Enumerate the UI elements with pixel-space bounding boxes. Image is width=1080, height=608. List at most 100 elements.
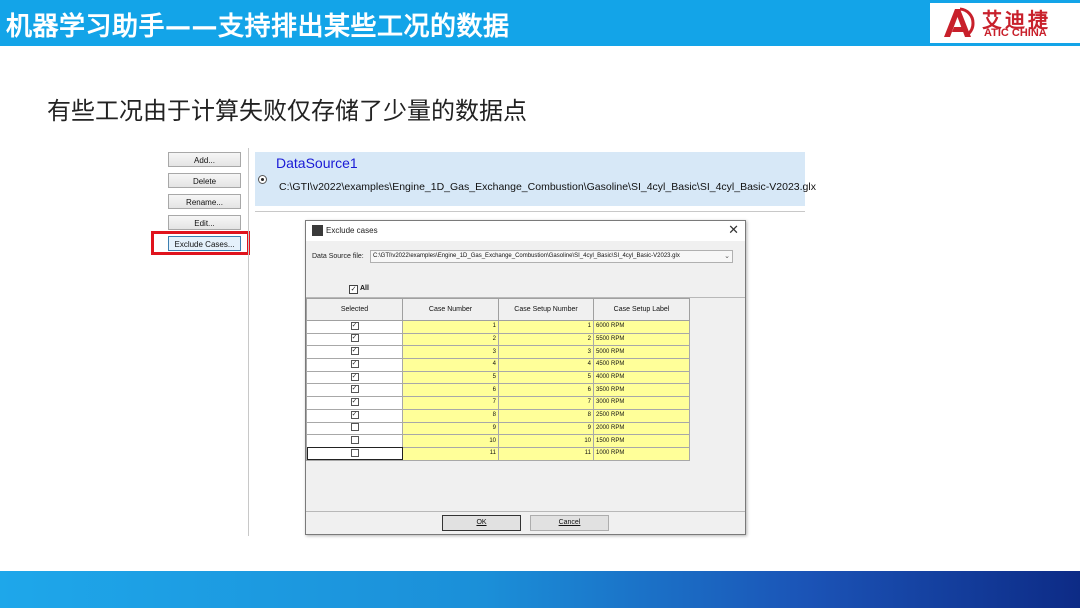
case-setup-number-cell[interactable]: 8	[498, 408, 594, 423]
case-setup-number-cell[interactable]: 6	[498, 383, 594, 398]
datasource-file-value: C:\GTI\v2022\examples\Engine_1D_Gas_Exch…	[373, 253, 680, 259]
case-number-cell[interactable]: 2	[402, 332, 499, 347]
column-header-selected[interactable]: Selected	[306, 298, 403, 321]
logo-english-text: ATIC CHINA	[984, 27, 1047, 39]
table-row[interactable]: ✓ 2 2 5500 RPM	[306, 332, 690, 347]
selected-cell[interactable]	[306, 446, 403, 461]
case-setup-label-cell[interactable]: 4500 RPM	[593, 358, 690, 372]
table-row[interactable]: 11 11 1000 RPM	[306, 446, 690, 461]
table-row[interactable]: ✓ 3 3 5000 RPM	[306, 345, 690, 360]
case-setup-number-cell[interactable]: 4	[498, 358, 594, 372]
row-checkbox[interactable]	[350, 423, 359, 432]
cancel-button[interactable]: Cancel	[530, 515, 609, 531]
app-icon	[312, 225, 323, 236]
selected-cell[interactable]	[306, 434, 403, 448]
selected-cell[interactable]: ✓	[306, 408, 403, 423]
slide-title: 机器学习助手——支持排出某些工况的数据	[6, 12, 510, 42]
row-checkbox[interactable]: ✓	[350, 334, 359, 343]
delete-button[interactable]: Delete	[168, 173, 241, 188]
case-setup-number-cell[interactable]: 1	[498, 320, 594, 334]
case-number-cell[interactable]: 11	[402, 446, 499, 461]
case-setup-label-cell[interactable]: 5500 RPM	[593, 332, 690, 347]
case-setup-number-cell[interactable]: 5	[498, 370, 594, 385]
case-number-cell[interactable]: 3	[402, 345, 499, 360]
rename-button[interactable]: Rename...	[168, 194, 241, 209]
case-setup-label-cell[interactable]: 3000 RPM	[593, 396, 690, 410]
row-checkbox[interactable]: ✓	[350, 410, 359, 419]
highlight-annotation	[151, 231, 250, 255]
divider	[255, 211, 805, 212]
case-number-cell[interactable]: 1	[402, 320, 499, 334]
row-checkbox[interactable]: ✓	[350, 359, 359, 368]
case-number-cell[interactable]: 6	[402, 383, 499, 398]
case-setup-label-cell[interactable]: 4000 RPM	[593, 370, 690, 385]
logo-mark-icon	[944, 7, 975, 37]
case-setup-label-cell[interactable]: 3500 RPM	[593, 383, 690, 398]
close-icon[interactable]: ✕	[728, 223, 739, 238]
selected-cell[interactable]: ✓	[306, 332, 403, 347]
case-setup-label-cell[interactable]: 2000 RPM	[593, 421, 690, 436]
dialog-titlebar: Exclude cases ✕	[306, 221, 745, 241]
exclude-cases-dialog: Exclude cases ✕ Data Source file: C:\GTI…	[305, 220, 746, 535]
selected-cell[interactable]	[306, 421, 403, 436]
case-setup-label-cell[interactable]: 2500 RPM	[593, 408, 690, 423]
all-label: All	[360, 285, 369, 292]
case-number-cell[interactable]: 7	[402, 396, 499, 410]
case-setup-number-cell[interactable]: 10	[498, 434, 594, 448]
selected-cell[interactable]: ✓	[306, 358, 403, 372]
case-setup-label-cell[interactable]: 1500 RPM	[593, 434, 690, 448]
case-number-cell[interactable]: 9	[402, 421, 499, 436]
case-number-cell[interactable]: 10	[402, 434, 499, 448]
selected-cell[interactable]: ✓	[306, 370, 403, 385]
case-number-cell[interactable]: 4	[402, 358, 499, 372]
edit-button[interactable]: Edit...	[168, 215, 241, 230]
dialog-title: Exclude cases	[326, 226, 378, 235]
column-header-case-setup-number[interactable]: Case Setup Number	[498, 298, 594, 321]
row-checkbox[interactable]	[350, 448, 359, 457]
table-row[interactable]: ✓ 4 4 4500 RPM	[306, 358, 690, 372]
row-checkbox[interactable]: ✓	[350, 372, 359, 381]
table-row[interactable]: ✓ 6 6 3500 RPM	[306, 383, 690, 398]
ok-button[interactable]: OK	[442, 515, 521, 531]
selected-cell[interactable]: ✓	[306, 383, 403, 398]
table-row[interactable]: ✓ 5 5 4000 RPM	[306, 370, 690, 385]
table-row[interactable]: ✓ 1 1 6000 RPM	[306, 320, 690, 334]
company-logo: 艾迪捷 ATIC CHINA	[930, 3, 1080, 43]
datasource-file-select[interactable]: C:\GTI\v2022\examples\Engine_1D_Gas_Exch…	[370, 250, 733, 263]
case-number-cell[interactable]: 8	[402, 408, 499, 423]
selected-cell[interactable]: ✓	[306, 320, 403, 334]
case-setup-label-cell[interactable]: 6000 RPM	[593, 320, 690, 334]
slide-subtitle: 有些工况由于计算失败仅存储了少量的数据点	[47, 97, 527, 125]
table-row[interactable]: ✓ 8 8 2500 RPM	[306, 408, 690, 423]
datasource-file-label: Data Source file:	[312, 253, 364, 260]
table-row[interactable]: ✓ 7 7 3000 RPM	[306, 396, 690, 410]
case-setup-number-cell[interactable]: 7	[498, 396, 594, 410]
column-header-case-number[interactable]: Case Number	[402, 298, 499, 321]
table-row[interactable]: 9 9 2000 RPM	[306, 421, 690, 436]
header-bar: 机器学习助手——支持排出某些工况的数据 艾迪捷 ATIC CHINA	[0, 0, 1080, 46]
row-checkbox[interactable]: ✓	[350, 321, 359, 330]
case-setup-label-cell[interactable]: 1000 RPM	[593, 446, 690, 461]
panel-divider	[248, 148, 249, 536]
footer-bar	[0, 571, 1080, 608]
selected-cell[interactable]: ✓	[306, 396, 403, 410]
datasource-path: C:\GTI\v2022\examples\Engine_1D_Gas_Exch…	[279, 181, 816, 193]
case-number-cell[interactable]: 5	[402, 370, 499, 385]
row-checkbox[interactable]	[350, 435, 359, 444]
case-setup-number-cell[interactable]: 11	[498, 446, 594, 461]
case-setup-number-cell[interactable]: 3	[498, 345, 594, 360]
datasource-name: DataSource1	[276, 155, 358, 171]
table-row[interactable]: 10 10 1500 RPM	[306, 434, 690, 448]
column-header-case-setup-label[interactable]: Case Setup Label	[593, 298, 690, 321]
add-button[interactable]: Add...	[168, 152, 241, 167]
selected-cell[interactable]: ✓	[306, 345, 403, 360]
row-checkbox[interactable]: ✓	[350, 347, 359, 356]
case-setup-number-cell[interactable]: 2	[498, 332, 594, 347]
chevron-down-icon[interactable]: ⌄	[724, 251, 730, 262]
row-checkbox[interactable]: ✓	[350, 385, 359, 394]
all-checkbox[interactable]: ✓	[349, 285, 358, 294]
datasource-radio[interactable]	[258, 175, 267, 184]
case-setup-label-cell[interactable]: 5000 RPM	[593, 345, 690, 360]
row-checkbox[interactable]: ✓	[350, 397, 359, 406]
case-setup-number-cell[interactable]: 9	[498, 421, 594, 436]
